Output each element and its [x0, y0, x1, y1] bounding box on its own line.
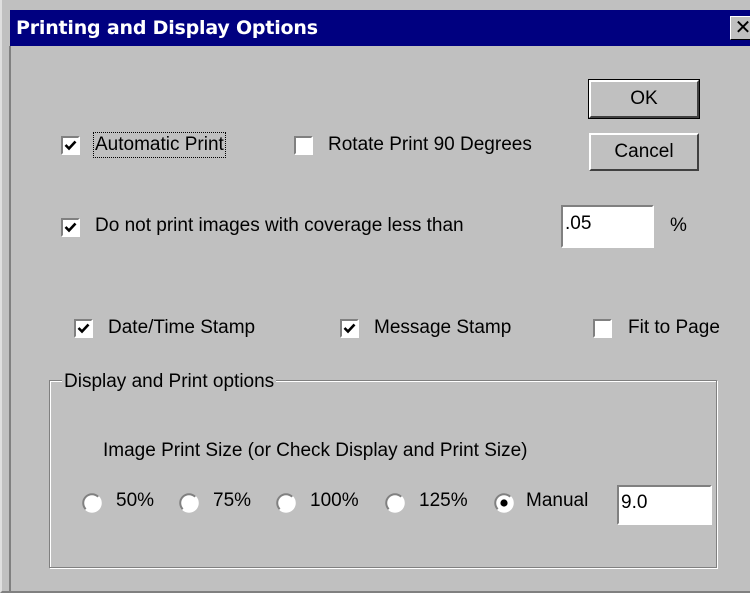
cancel-button[interactable]: Cancel: [589, 133, 699, 171]
radio-125[interactable]: [385, 493, 405, 513]
message-stamp-label[interactable]: Message Stamp: [374, 317, 511, 339]
radio-circle-icon: [385, 493, 405, 513]
radio-dot-icon: [494, 493, 514, 513]
message-stamp-checkbox[interactable]: [340, 319, 359, 338]
title-bar: Printing and Display Options ✕: [10, 10, 750, 46]
check-mark-icon: [64, 222, 77, 233]
coverage-input[interactable]: .05: [561, 205, 654, 248]
radio-circle-icon: [82, 493, 102, 513]
display-print-group: [49, 380, 717, 568]
radio-circle-icon: [179, 493, 199, 513]
check-mark-icon: [343, 323, 356, 334]
coverage-checkbox[interactable]: [61, 218, 80, 237]
radio-50-label[interactable]: 50%: [116, 490, 154, 512]
printing-options-dialog: Printing and Display Options ✕ OK Cancel…: [0, 0, 750, 593]
radio-manual[interactable]: [494, 493, 514, 513]
manual-size-input[interactable]: 9.0: [617, 485, 712, 525]
display-print-group-title: Display and Print options: [62, 371, 277, 393]
automatic-print-checkbox[interactable]: [61, 136, 80, 155]
automatic-print-label[interactable]: Automatic Print: [93, 132, 226, 158]
radio-100-label[interactable]: 100%: [310, 490, 359, 512]
image-print-size-label: Image Print Size (or Check Display and P…: [103, 440, 528, 461]
date-time-stamp-checkbox[interactable]: [74, 319, 93, 338]
coverage-label[interactable]: Do not print images with coverage less t…: [95, 215, 464, 237]
radio-50[interactable]: [82, 493, 102, 513]
date-time-stamp-label[interactable]: Date/Time Stamp: [108, 317, 255, 339]
check-mark-icon: [64, 140, 77, 151]
rotate-print-label[interactable]: Rotate Print 90 Degrees: [328, 134, 554, 156]
ok-button[interactable]: OK: [588, 79, 700, 119]
rotate-print-checkbox[interactable]: [294, 136, 313, 155]
fit-to-page-checkbox[interactable]: [593, 319, 612, 338]
radio-125-label[interactable]: 125%: [419, 490, 468, 512]
radio-circle-icon: [276, 493, 296, 513]
dialog-frame-edge: [9, 46, 11, 593]
radio-manual-label[interactable]: Manual: [526, 490, 588, 512]
dialog-title: Printing and Display Options: [16, 17, 318, 39]
radio-75[interactable]: [179, 493, 199, 513]
ok-button-label: OK: [630, 88, 658, 109]
coverage-unit: %: [670, 215, 687, 236]
check-mark-icon: [77, 323, 90, 334]
close-icon: ✕: [734, 17, 750, 39]
close-button[interactable]: ✕: [730, 16, 750, 40]
radio-100[interactable]: [276, 493, 296, 513]
cancel-button-label: Cancel: [614, 141, 674, 162]
fit-to-page-label[interactable]: Fit to Page: [628, 317, 720, 339]
radio-75-label[interactable]: 75%: [213, 490, 251, 512]
